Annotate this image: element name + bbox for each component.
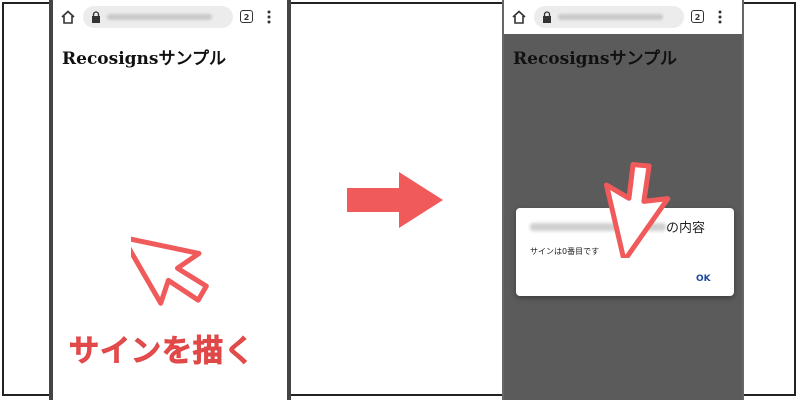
kebab-menu-icon[interactable] [267,9,271,25]
blurred-url [558,14,663,20]
lock-icon [92,11,100,23]
cursor-arrow-icon [604,162,671,258]
left-phone-screen: 2 Recosignsサンプル サインを描く [49,0,291,400]
page-title: Recosignsサンプル [513,49,677,69]
address-bar[interactable] [534,6,684,28]
home-icon[interactable] [60,9,76,25]
browser-toolbar: 2 [53,0,287,34]
address-bar[interactable] [83,6,233,28]
browser-toolbar: 2 [504,0,742,34]
blurred-url [107,14,212,20]
kebab-menu-icon[interactable] [718,9,722,25]
cursor-arrow-icon [131,234,209,306]
tab-switcher-icon[interactable]: 2 [691,10,704,23]
tab-switcher-icon[interactable]: 2 [240,10,253,23]
right-phone-screen: 2 Recosignsサンプル の内容 サインは0番目です OK [502,0,744,400]
page-title: Recosignsサンプル [62,49,226,69]
right-arrow-icon [347,172,443,228]
ok-button[interactable]: OK [696,274,711,284]
draw-signature-caption: サインを描く [69,334,255,370]
home-icon[interactable] [511,9,527,25]
lock-icon [543,11,551,23]
